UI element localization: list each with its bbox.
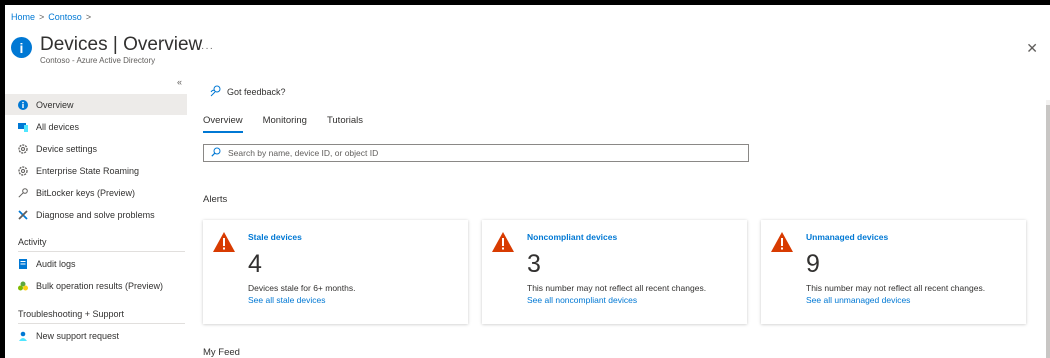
breadcrumb: Home > Contoso > bbox=[11, 12, 91, 22]
more-options-icon[interactable]: ··· bbox=[201, 43, 214, 54]
close-icon[interactable]: ✕ bbox=[1026, 40, 1038, 57]
breadcrumb-home[interactable]: Home bbox=[11, 12, 35, 22]
alert-card-title[interactable]: Noncompliant devices bbox=[527, 232, 617, 242]
alert-card-description: This number may not reflect all recent c… bbox=[527, 283, 707, 293]
search-box bbox=[203, 144, 749, 162]
sidebar-item-label: Diagnose and solve problems bbox=[36, 209, 155, 220]
sidebar-item-audit-logs[interactable]: Audit logs bbox=[5, 253, 187, 274]
sidebar-item-diagnose[interactable]: Diagnose and solve problems bbox=[5, 204, 187, 225]
tab-monitoring[interactable]: Monitoring bbox=[263, 115, 307, 133]
gear-icon bbox=[18, 165, 28, 176]
sidebar-item-enterprise-state-roaming[interactable]: Enterprise State Roaming bbox=[5, 160, 187, 181]
alert-card-link[interactable]: See all unmanaged devices bbox=[806, 295, 910, 305]
sidebar-item-label: All devices bbox=[36, 121, 80, 132]
gear-icon bbox=[18, 143, 28, 154]
page-subtitle: Contoso - Azure Active Directory bbox=[40, 56, 156, 65]
alert-card-count: 4 bbox=[248, 250, 262, 278]
tab-overview[interactable]: Overview bbox=[203, 115, 243, 133]
sidebar-item-label: Device settings bbox=[36, 143, 98, 154]
breadcrumb-separator: > bbox=[39, 12, 45, 22]
wrench-icon bbox=[18, 209, 28, 220]
sidebar-item-label: Enterprise State Roaming bbox=[36, 165, 140, 176]
key-icon bbox=[18, 187, 28, 198]
alert-card-link[interactable]: See all stale devices bbox=[248, 295, 326, 305]
search-icon bbox=[211, 147, 221, 159]
divider bbox=[18, 251, 185, 252]
sidebar-item-all-devices[interactable]: All devices bbox=[5, 116, 187, 137]
alert-card-title[interactable]: Unmanaged devices bbox=[806, 232, 888, 242]
sidebar-item-new-support-request[interactable]: New support request bbox=[5, 325, 187, 346]
bulk-icon bbox=[18, 281, 28, 291]
feedback-link[interactable]: Got feedback? bbox=[210, 85, 286, 99]
alert-card-unmanaged: Unmanaged devices 9 This number may not … bbox=[761, 220, 1026, 324]
info-icon: i bbox=[11, 37, 32, 58]
sidebar-item-bitlocker-keys[interactable]: BitLocker keys (Preview) bbox=[5, 182, 187, 203]
sidebar-item-label: Audit logs bbox=[36, 258, 76, 269]
scrollbar-thumb[interactable] bbox=[1046, 105, 1050, 358]
warning-icon bbox=[492, 232, 514, 252]
warning-icon bbox=[213, 232, 235, 252]
log-icon bbox=[18, 258, 28, 269]
tab-bar: Overview Monitoring Tutorials bbox=[203, 115, 363, 133]
breadcrumb-contoso[interactable]: Contoso bbox=[48, 12, 82, 22]
alert-card-description: This number may not reflect all recent c… bbox=[806, 283, 986, 293]
feedback-label: Got feedback? bbox=[227, 87, 286, 97]
alert-card-noncompliant: Noncompliant devices 3 This number may n… bbox=[482, 220, 747, 324]
alerts-heading: Alerts bbox=[203, 194, 228, 205]
person-icon bbox=[18, 331, 28, 341]
alert-card-link[interactable]: See all noncompliant devices bbox=[527, 295, 637, 305]
alert-card-title[interactable]: Stale devices bbox=[248, 232, 302, 242]
alert-card-count: 3 bbox=[527, 250, 541, 278]
page-title: Devices | Overview bbox=[40, 34, 203, 55]
collapse-sidebar-icon[interactable]: « bbox=[177, 77, 182, 87]
devices-icon bbox=[18, 122, 28, 132]
portal-frame: Home > Contoso > i Devices | Overview Co… bbox=[5, 5, 1050, 358]
divider bbox=[18, 323, 185, 324]
section-heading-activity: Activity bbox=[18, 237, 47, 247]
feedback-icon bbox=[210, 85, 222, 99]
search-input[interactable] bbox=[228, 148, 728, 158]
tab-tutorials[interactable]: Tutorials bbox=[327, 115, 363, 133]
sidebar-item-label: Overview bbox=[36, 99, 74, 110]
sidebar-item-bulk-operation-results[interactable]: Bulk operation results (Preview) bbox=[5, 275, 187, 296]
breadcrumb-separator: > bbox=[85, 12, 92, 22]
sidebar-item-label: Bulk operation results (Preview) bbox=[36, 280, 164, 291]
my-feed-heading: My Feed bbox=[203, 347, 240, 358]
alert-card-description: Devices stale for 6+ months. bbox=[248, 283, 356, 293]
alert-card-stale: Stale devices 4 Devices stale for 6+ mon… bbox=[203, 220, 468, 324]
sidebar-item-device-settings[interactable]: Device settings bbox=[5, 138, 187, 159]
info-icon bbox=[18, 99, 28, 110]
warning-icon bbox=[771, 232, 793, 252]
sidebar-item-label: BitLocker keys (Preview) bbox=[36, 187, 136, 198]
sidebar-item-label: New support request bbox=[36, 330, 120, 341]
sidebar-item-overview[interactable]: Overview bbox=[5, 94, 187, 115]
alert-card-count: 9 bbox=[806, 250, 820, 278]
section-heading-support: Troubleshooting + Support bbox=[18, 309, 124, 319]
page-header: i Devices | Overview Contoso - Azure Act… bbox=[11, 34, 202, 65]
